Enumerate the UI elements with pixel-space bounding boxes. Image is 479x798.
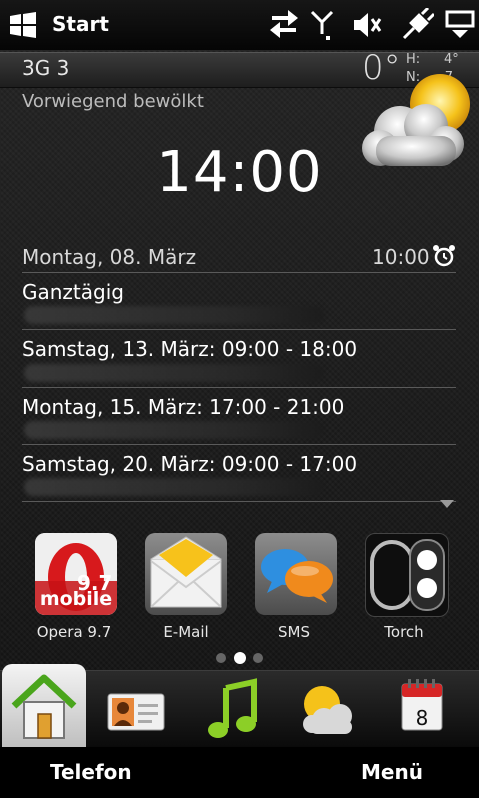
event-detail-blurred (24, 306, 324, 324)
event-title[interactable]: Montag, 15. März: 17:00 - 21:00 (22, 395, 344, 419)
event-detail-blurred (24, 421, 324, 439)
speaker-muted-icon[interactable] (352, 8, 384, 42)
tab-weather[interactable] (282, 670, 374, 747)
softkey-left-button[interactable]: Telefon (50, 760, 132, 784)
page-dot[interactable] (216, 653, 226, 663)
event-title[interactable]: Ganztägig (22, 280, 124, 304)
event-title[interactable]: Samstag, 20. März: 09:00 - 17:00 (22, 452, 357, 476)
softkey-right-button[interactable]: Menü (361, 760, 423, 784)
app-label: SMS (278, 623, 310, 641)
divider (22, 444, 456, 445)
calendar-day: 8 (415, 706, 429, 730)
divider (22, 501, 456, 502)
app-label: Opera 9.7 (36, 623, 112, 641)
weather-description: Vorwiegend bewölkt (22, 91, 204, 112)
app-label: E-Mail (163, 623, 209, 641)
app-tile-email[interactable] (145, 533, 227, 615)
app-tile-opera[interactable]: 9.7 mobile (35, 533, 117, 615)
event-detail-blurred (24, 478, 324, 496)
page-dot[interactable] (253, 653, 263, 663)
app-label: Torch (384, 623, 424, 641)
tab-contacts[interactable] (92, 670, 184, 747)
divider (22, 329, 456, 330)
alarm-clock-icon (433, 245, 455, 267)
contact-card-icon (107, 693, 165, 731)
sms-bubbles-icon (261, 549, 333, 603)
usb-plug-icon (402, 8, 434, 40)
opera-badge-text: mobile (39, 588, 113, 610)
signal-icon (310, 10, 334, 40)
tab-calendar[interactable]: 8 (376, 670, 468, 747)
connection-screen-icon[interactable] (444, 8, 476, 42)
event-detail-blurred (24, 364, 324, 382)
tab-music[interactable] (190, 670, 282, 747)
tab-home[interactable] (2, 664, 86, 747)
event-title[interactable]: Samstag, 13. März: 09:00 - 18:00 (22, 337, 357, 361)
calendar-date[interactable]: Montag, 08. März (22, 245, 196, 269)
email-envelope-icon (150, 536, 222, 608)
music-note-icon (208, 678, 257, 738)
home-icon (11, 674, 77, 739)
scroll-more-arrow-icon[interactable] (440, 500, 454, 508)
data-transfer-icon (270, 10, 298, 38)
app-tile-torch[interactable] (365, 533, 449, 617)
windows-logo-icon[interactable] (8, 11, 38, 39)
divider (22, 272, 456, 273)
weather-icon (303, 686, 352, 734)
clock-time[interactable]: 14:00 (0, 140, 479, 205)
start-title[interactable]: Start (52, 12, 109, 36)
divider (22, 387, 456, 388)
high-label: H: (406, 52, 421, 67)
app-tile-sms[interactable] (255, 533, 337, 615)
network-label: 3G 3 (22, 56, 70, 80)
alarm-time[interactable]: 10:00 (372, 245, 430, 269)
page-dot-active[interactable] (234, 652, 246, 664)
high-value: 4° (444, 52, 459, 67)
torch-icon (370, 539, 445, 611)
